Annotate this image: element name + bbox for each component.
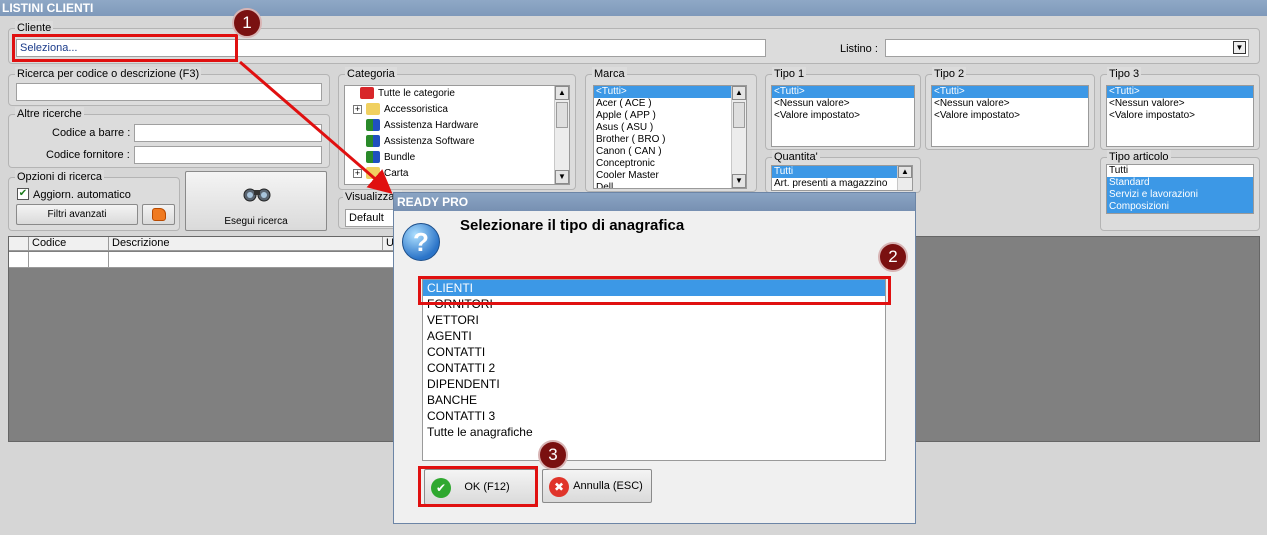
dialog-message: Selezionare il tipo di anagrafica [460, 217, 685, 234]
close-icon: ✖ [549, 477, 569, 497]
anagrafica-item[interactable]: VETTORI [423, 312, 885, 328]
anagrafica-item[interactable]: DIPENDENTI [423, 376, 885, 392]
annotation-badge-3: 3 [538, 440, 568, 470]
annotation-box-cliente [12, 34, 238, 62]
anagrafica-item[interactable]: BANCHE [423, 392, 885, 408]
anagrafica-item[interactable]: Tutte le anagrafiche [423, 424, 885, 440]
annulla-label: Annulla (ESC) [573, 480, 643, 492]
annulla-button[interactable]: ✖ Annulla (ESC) [542, 469, 652, 503]
dialog-title: READY PRO [394, 193, 915, 211]
anagrafica-item[interactable]: CONTATTI 2 [423, 360, 885, 376]
annotation-badge-2: 2 [878, 242, 908, 272]
annotation-box-ok [418, 466, 538, 507]
annotation-badge-1: 1 [232, 8, 262, 38]
tipo-anagrafica-list[interactable]: CLIENTI FORNITORI VETTORI AGENTI CONTATTI CON… [422, 279, 886, 461]
annotation-box-clienti [418, 276, 891, 305]
anagrafica-item[interactable]: CONTATTI [423, 344, 885, 360]
anagrafica-item[interactable]: AGENTI [423, 328, 885, 344]
question-icon: ? [402, 223, 440, 261]
anagrafica-item[interactable]: CONTATTI 3 [423, 408, 885, 424]
